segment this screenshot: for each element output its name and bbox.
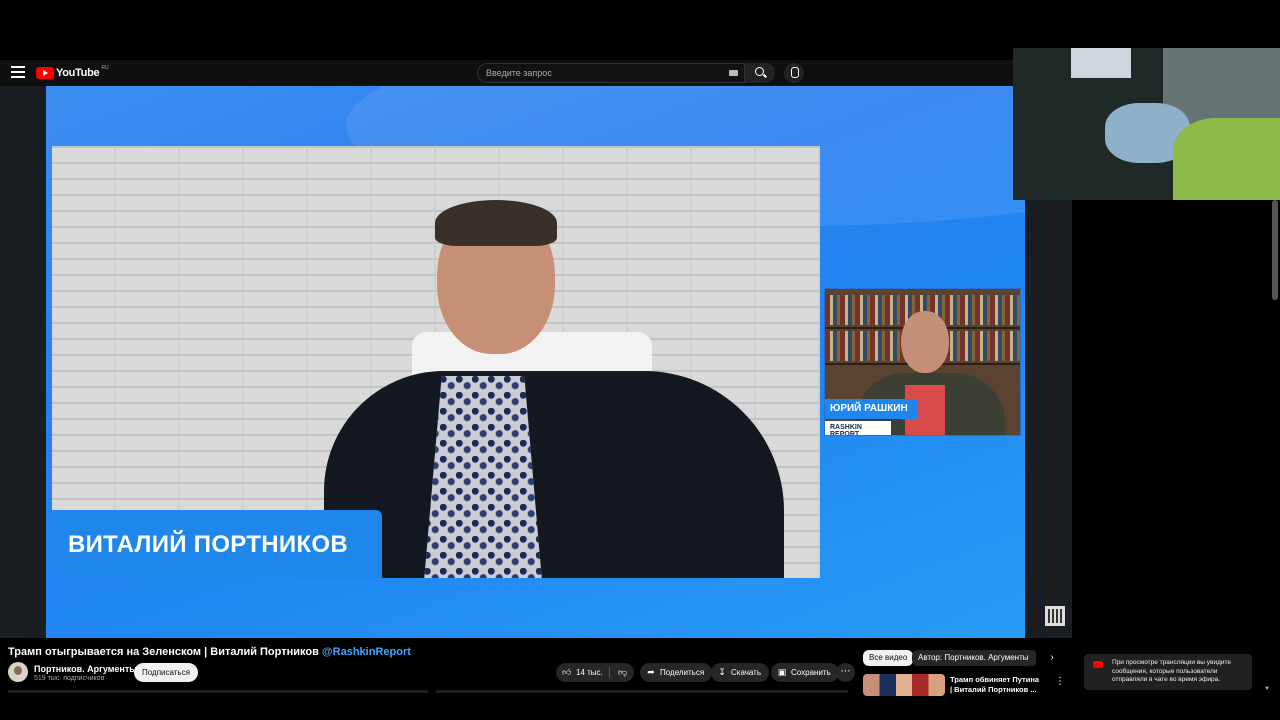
keyboard-icon[interactable] [729,70,738,76]
related-video-title[interactable]: Трамп обвиняет Путина | Виталий Портнико… [950,675,1040,695]
main-speaker-feed: ВИТАЛИЙ ПОРТНИКОВ [52,146,820,578]
search-icon[interactable] [745,63,775,83]
divider [609,667,610,678]
youtube-header: YouTube RU Введите запрос [0,60,1013,86]
webcam-bedding [1173,118,1280,200]
download-label: Скачать [731,668,761,677]
share-label: Поделиться [660,668,705,677]
chat-replay-text: При просмотре трансляции вы увидите сооб… [1112,659,1232,683]
chip-all-videos[interactable]: Все видео [863,650,914,666]
download-icon: ↧ [718,667,726,677]
chevron-right-icon[interactable]: › [1044,650,1060,666]
chat-sidebar [1072,200,1280,680]
download-button[interactable]: ↧ Скачать [711,663,769,682]
comments-box-edge [436,690,848,693]
channel-name[interactable]: Портников. Аргументы [34,664,137,674]
share-icon: ➦ [647,667,655,677]
scrollbar[interactable] [1272,200,1278,300]
speaker-jacket [324,371,784,578]
share-button[interactable]: ➦ Поделиться [640,663,713,682]
guest-name-banner: ЮРИЙ РАШКИН [825,399,917,419]
save-label: Сохранить [791,668,831,677]
search-input[interactable]: Введите запрос [477,63,745,83]
background-strip-right [1025,200,1072,638]
guest-face [901,311,949,373]
guest-show-banner: RASHKIN REPORT [825,421,891,435]
qr-code-icon [1045,606,1065,626]
guest-feed: ЮРИЙ РАШКИН RASHKIN REPORT [824,288,1021,436]
related-video-thumbnail[interactable] [863,674,945,696]
region-code: RU [101,65,109,71]
description-box-edge [8,690,428,693]
guest-name: ЮРИЙ РАШКИН [830,403,908,414]
chat-replay-notice: При просмотре трансляции вы увидите сооб… [1084,654,1252,690]
search-placeholder: Введите запрос [486,68,552,78]
save-icon: ▣ [777,667,787,677]
subscribe-button[interactable]: Подписаться [134,663,198,682]
guest-show-name: RASHKIN REPORT [830,424,862,436]
chip-more[interactable] [1030,650,1036,666]
kebab-menu-icon[interactable]: ⋮ [1055,676,1065,688]
more-icon[interactable]: ⋯ [836,663,855,682]
youtube-logo[interactable]: YouTube RU [36,65,109,79]
logo-text: YouTube [56,67,100,79]
chip-author[interactable]: Автор: Портников. Аргументы [912,650,1035,666]
webcam-window [1071,48,1131,78]
like-count: 14 тыс. [576,668,603,677]
video-title-text: Трамп отыгрывается на Зеленском | Витали… [8,646,322,658]
avatar[interactable] [8,662,28,682]
video-player[interactable]: ВИТАЛИЙ ПОРТНИКОВ ЮРИЙ РАШКИН RASHKIN RE… [46,86,1025,638]
mic-icon[interactable] [784,63,804,83]
speaker-name: ВИТАЛИЙ ПОРТНИКОВ [68,531,348,558]
youtube-play-icon [36,67,54,79]
thumb-up-icon: 👍︎ [562,667,572,677]
scroll-down-icon[interactable]: ▼ [1264,686,1270,692]
speaker-hair [435,200,557,246]
webcam-overlay [1013,48,1280,200]
dislike-button[interactable]: 👎︎ [612,663,634,682]
speaker-shirt [424,376,542,578]
video-title: Трамп отыгрывается на Зеленском | Витали… [8,646,411,658]
subscriber-count: 519 тыс. подписчиков [34,675,105,682]
channel-mention-link[interactable]: @RashkinReport [322,646,411,658]
thumb-down-icon: 👎︎ [618,667,628,677]
like-dislike-group: 👍︎ 14 тыс. 👎︎ [556,663,634,682]
background-strip [0,86,46,638]
video-info-area: Трамп отыгрывается на Зеленском | Витали… [0,638,1280,720]
youtube-icon [1093,661,1103,668]
like-button[interactable]: 👍︎ 14 тыс. [556,663,608,682]
save-button[interactable]: ▣ Сохранить [771,663,839,682]
speaker-name-banner: ВИТАЛИЙ ПОРТНИКОВ [52,510,382,578]
hamburger-icon[interactable] [11,66,25,80]
